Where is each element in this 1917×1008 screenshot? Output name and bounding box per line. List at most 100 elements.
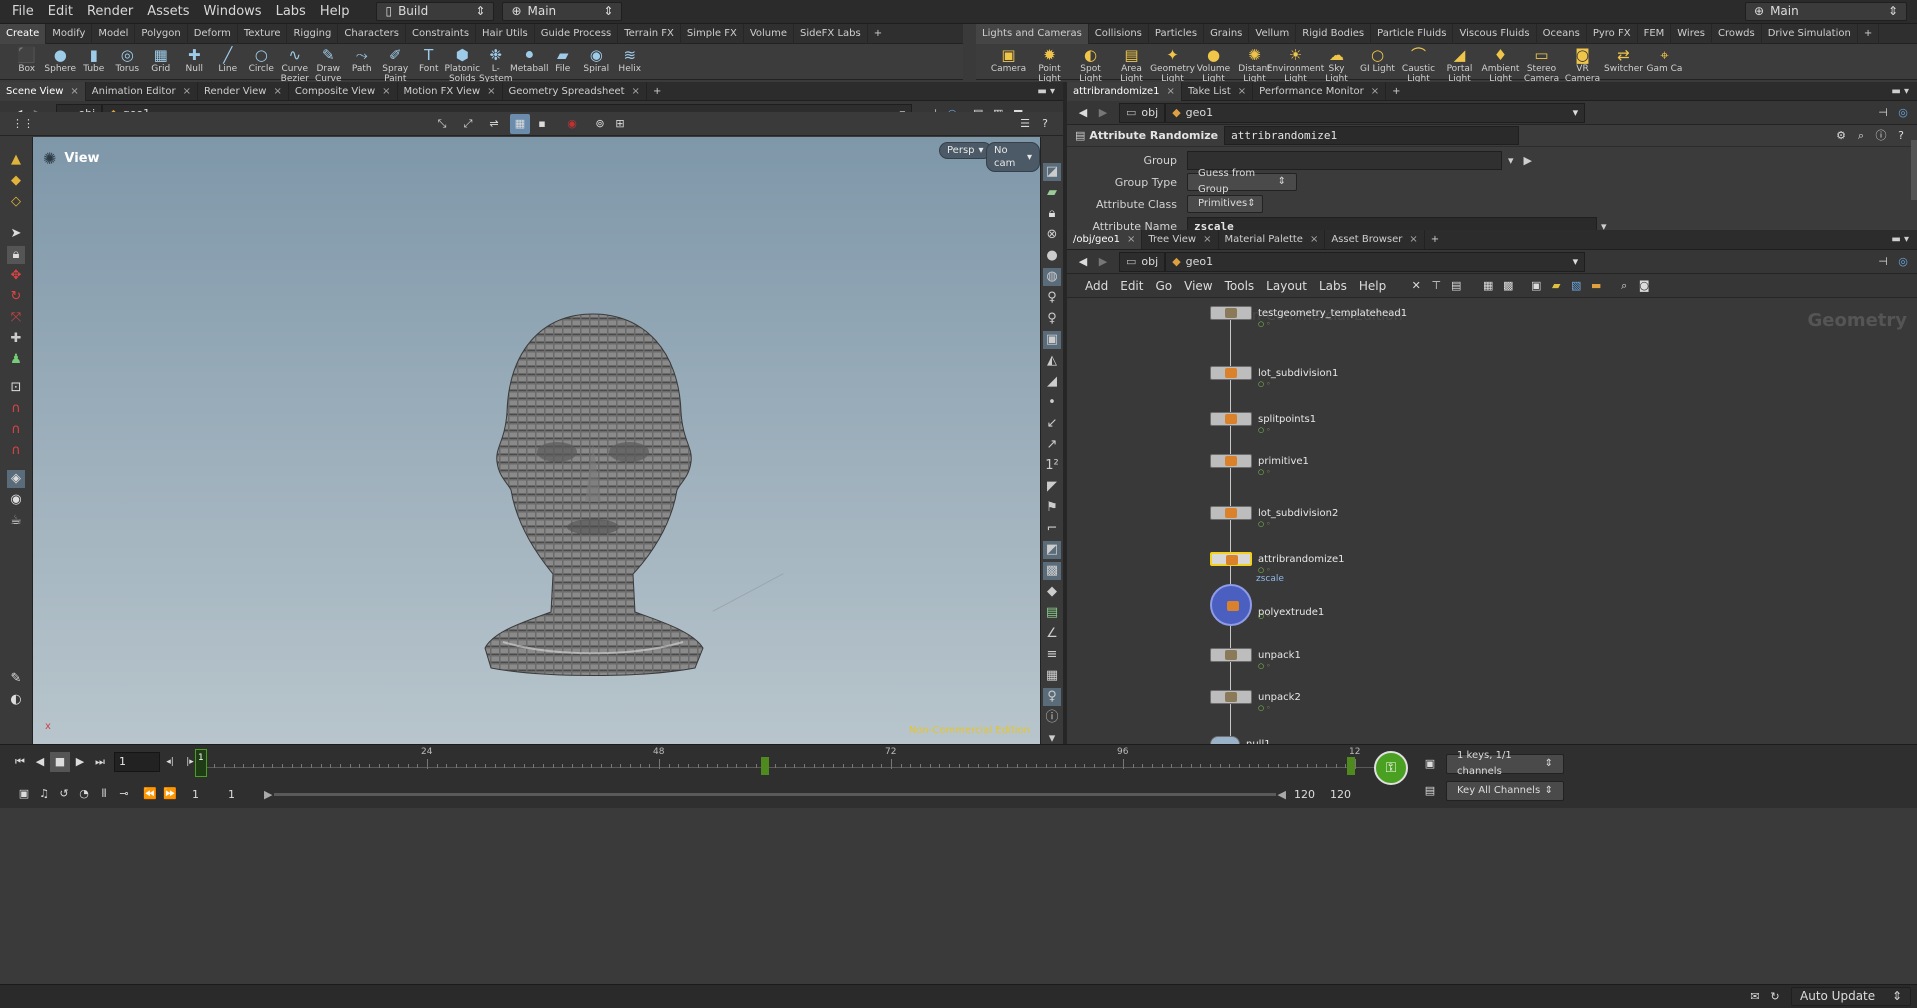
add-tab-icon[interactable]: + — [1386, 82, 1406, 101]
grid-alt-icon[interactable]: ▩ — [1498, 276, 1518, 296]
camera-lock-icon[interactable]: ⊚ — [590, 114, 610, 134]
auto-key-button[interactable]: ⚿ — [1374, 751, 1408, 785]
desktop-select[interactable]: ▯ Build ⇕ — [376, 2, 495, 21]
jump-end-icon[interactable]: ⏭ — [90, 752, 110, 772]
range-right-handle[interactable]: ◀ — [1278, 788, 1286, 801]
chevron-down-icon[interactable]: ▾ — [1508, 154, 1514, 167]
loop-icon[interactable]: ↺ — [54, 784, 74, 804]
shelf-tab-viscous-fluids[interactable]: Viscous Fluids — [1453, 23, 1537, 44]
info-icon[interactable]: ⓘ — [1043, 709, 1061, 727]
shelf-tab-particle-fluids[interactable]: Particle Fluids — [1371, 23, 1454, 44]
shelf-tab-volume[interactable]: Volume — [744, 23, 795, 44]
teapot-icon[interactable]: ◢ — [1043, 373, 1061, 391]
node-body[interactable] — [1210, 736, 1240, 744]
snap-grid-icon[interactable]: ▦ — [510, 113, 530, 134]
brush-icon[interactable]: ✎ — [7, 670, 25, 688]
corner-icon[interactable]: ⌐ — [1043, 520, 1061, 538]
stack-icon[interactable]: ≡ — [1043, 646, 1061, 664]
menu-file[interactable]: File — [5, 0, 41, 24]
shelf-tab-fem[interactable]: FEM — [1638, 23, 1672, 44]
shelf-tab-vellum[interactable]: Vellum — [1249, 23, 1297, 44]
keyframe-marker[interactable] — [761, 757, 769, 775]
wrench-icon[interactable]: ✕ — [1406, 276, 1426, 296]
next-key-icon[interactable]: ⏩ — [160, 784, 180, 804]
param-scrollbar[interactable] — [1911, 140, 1917, 200]
node-attribrandomize1[interactable]: attribrandomize1 — [1210, 552, 1345, 566]
shelf-tab-simple-fx[interactable]: Simple FX — [681, 23, 744, 44]
palette-icon[interactable]: ▣ — [1526, 276, 1546, 296]
tool-sphere[interactable]: ● Sphere — [44, 44, 78, 80]
pane-tab-composite-view[interactable]: Composite View × — [289, 81, 398, 101]
pin-icon[interactable]: ⊣ — [1873, 252, 1893, 272]
node-primitive1[interactable]: primitive1 — [1210, 454, 1309, 468]
node-body[interactable] — [1210, 412, 1252, 426]
range-icon[interactable]: ▣ — [14, 784, 34, 804]
move-icon[interactable]: ✥ — [7, 267, 25, 285]
shelf-tab-constraints[interactable]: Constraints — [406, 23, 477, 44]
pane-tab-animation-editor[interactable]: Animation Editor × — [86, 81, 198, 101]
close-icon[interactable]: × — [382, 86, 390, 97]
list-icon[interactable]: ▤ — [1446, 276, 1466, 296]
render-icon[interactable]: ▣ — [1043, 331, 1061, 349]
range-start-label[interactable]: 1 — [192, 788, 228, 801]
close-icon[interactable]: × — [1167, 86, 1175, 97]
frame-ruler[interactable]: 24 48 72 96 12 1 — [195, 747, 1400, 777]
snap-point-icon[interactable]: ⤢ — [458, 114, 478, 134]
normal-icon[interactable]: ↗ — [1043, 436, 1061, 454]
close-icon[interactable]: × — [1238, 86, 1246, 97]
projection-menu[interactable]: Persp ▾ — [939, 142, 992, 159]
pin-icon[interactable]: ⊣ — [1873, 103, 1893, 123]
tool-path[interactable]: ⤳ Path — [345, 44, 379, 80]
pane-tab-obj-geo1[interactable]: /obj/geo1 × — [1067, 230, 1143, 249]
node-body[interactable] — [1210, 366, 1252, 380]
close-icon[interactable]: × — [487, 86, 495, 97]
shelf-tab-pyro-fx[interactable]: Pyro FX — [1587, 23, 1638, 44]
node-splitpoints1[interactable]: splitpoints1 — [1210, 412, 1316, 426]
shelf-tab-modify[interactable]: Modify — [46, 23, 93, 44]
node-body[interactable] — [1210, 506, 1252, 520]
display-icon[interactable]: ◪ — [1043, 163, 1061, 181]
ghost-icon[interactable]: ⊗ — [1043, 226, 1061, 244]
shelf-tab-rigid-bodies[interactable]: Rigid Bodies — [1296, 23, 1372, 44]
node-lot_subdivision1[interactable]: lot_subdivision1 — [1210, 366, 1338, 380]
audio-icon[interactable]: ♫ — [34, 784, 54, 804]
tool-vr-camera[interactable]: ◙ VR Camera — [1562, 44, 1603, 84]
tool-area-light[interactable]: ▤ Area Light — [1111, 44, 1152, 84]
pane-tab-tree-view[interactable]: Tree View × — [1142, 230, 1219, 249]
close-icon[interactable]: × — [632, 86, 640, 97]
back-arrow-icon[interactable]: ◀ — [1073, 252, 1093, 272]
messages-icon[interactable]: ✉ — [1745, 987, 1765, 1007]
param-crumb-obj[interactable]: ▭ obj — [1119, 102, 1166, 123]
net-menu-add[interactable]: Add — [1079, 279, 1114, 293]
stop-icon[interactable]: ■ — [50, 752, 70, 772]
pane-tab-asset-browser[interactable]: Asset Browser × — [1325, 230, 1425, 249]
snap-icon[interactable]: ⤡ — [432, 114, 452, 134]
menu-assets[interactable]: Assets — [140, 0, 196, 24]
close-icon[interactable]: × — [183, 86, 191, 97]
node-body[interactable] — [1210, 690, 1252, 704]
tool-spiral[interactable]: ◉ Spiral — [580, 44, 614, 80]
menu-help[interactable]: Help — [313, 0, 357, 24]
shelf-tab-model[interactable]: Model — [92, 23, 136, 44]
close-icon[interactable]: × — [273, 86, 281, 97]
shelf-tab-lights-and-cameras[interactable]: Lights and Cameras — [976, 23, 1089, 44]
bulb-icon[interactable]: ♀ — [1043, 289, 1061, 307]
channels-icon[interactable]: ▣ — [1420, 754, 1440, 774]
close-icon[interactable]: × — [1310, 234, 1318, 245]
tool-spot-light[interactable]: ◐ Spot Light — [1070, 44, 1111, 84]
group-type-menu[interactable]: Guess from Group ⇕ — [1187, 168, 1297, 195]
pane-menu-icon[interactable]: ▬ ▾ — [1037, 86, 1055, 97]
pane-tab-material-palette[interactable]: Material Palette × — [1219, 230, 1326, 249]
close-icon[interactable]: × — [1203, 234, 1211, 245]
forward-arrow-icon[interactable]: ▶ — [1093, 103, 1113, 123]
net-crumb-obj[interactable]: ▭ obj — [1119, 251, 1166, 272]
play-reverse-icon[interactable]: ◀ — [30, 752, 50, 772]
handle-icon[interactable]: ✚ — [7, 330, 25, 348]
grid-menu-icon[interactable]: ⋮⋮ — [12, 114, 34, 134]
help-icon[interactable]: ? — [1891, 126, 1911, 146]
close-icon[interactable]: × — [1409, 234, 1417, 245]
forward-arrow-icon[interactable]: ▶ — [1093, 252, 1113, 272]
shelf-tab-hair-utils[interactable]: Hair Utils — [476, 23, 535, 44]
camera-menu[interactable]: No cam ▾ — [986, 142, 1040, 172]
tool-file[interactable]: ▰ File — [546, 44, 580, 80]
